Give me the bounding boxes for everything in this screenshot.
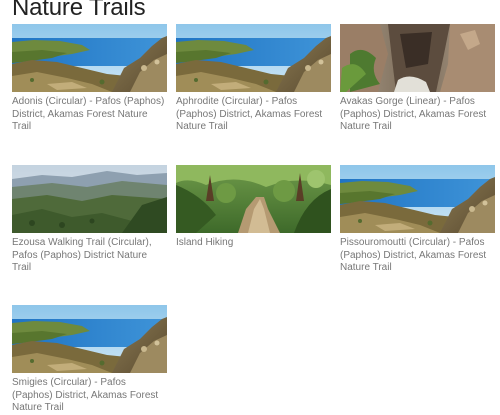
trail-card[interactable]: Avakas Gorge (Linear) - Pafos (Paphos) D…	[340, 24, 495, 134]
trail-card[interactable]: Pissouromoutti (Circular) - Pafos (Papho…	[340, 165, 495, 275]
trail-thumbnail[interactable]	[176, 24, 331, 92]
trail-card[interactable]: Adonis (Circular) - Pafos (Paphos) Distr…	[12, 24, 167, 134]
trail-thumbnail[interactable]	[12, 24, 167, 92]
trail-card[interactable]: Island Hiking	[176, 165, 331, 250]
trail-name-link[interactable]: Island Hiking	[176, 237, 331, 250]
trail-name-link[interactable]: Avakas Gorge (Linear) - Pafos (Paphos) D…	[340, 96, 495, 134]
page-title: Nature Trails	[12, 0, 146, 21]
trail-name-link[interactable]: Adonis (Circular) - Pafos (Paphos) Distr…	[12, 96, 167, 134]
trail-card[interactable]: Aphrodite (Circular) - Pafos (Paphos) Di…	[176, 24, 331, 134]
trail-thumbnail[interactable]	[340, 165, 495, 233]
trail-thumbnail[interactable]	[12, 305, 167, 373]
trail-name-link[interactable]: Pissouromoutti (Circular) - Pafos (Papho…	[340, 237, 495, 275]
trail-thumbnail[interactable]	[12, 165, 167, 233]
trail-thumbnail[interactable]	[176, 165, 331, 233]
trail-card[interactable]: Smigies (Circular) - Pafos (Paphos) Dist…	[12, 305, 167, 415]
trail-card[interactable]: Ezousa Walking Trail (Circular), Pafos (…	[12, 165, 167, 275]
trail-name-link[interactable]: Aphrodite (Circular) - Pafos (Paphos) Di…	[176, 96, 331, 134]
trail-name-link[interactable]: Ezousa Walking Trail (Circular), Pafos (…	[12, 237, 167, 275]
trail-thumbnail[interactable]	[340, 24, 495, 92]
trail-name-link[interactable]: Smigies (Circular) - Pafos (Paphos) Dist…	[12, 377, 167, 415]
